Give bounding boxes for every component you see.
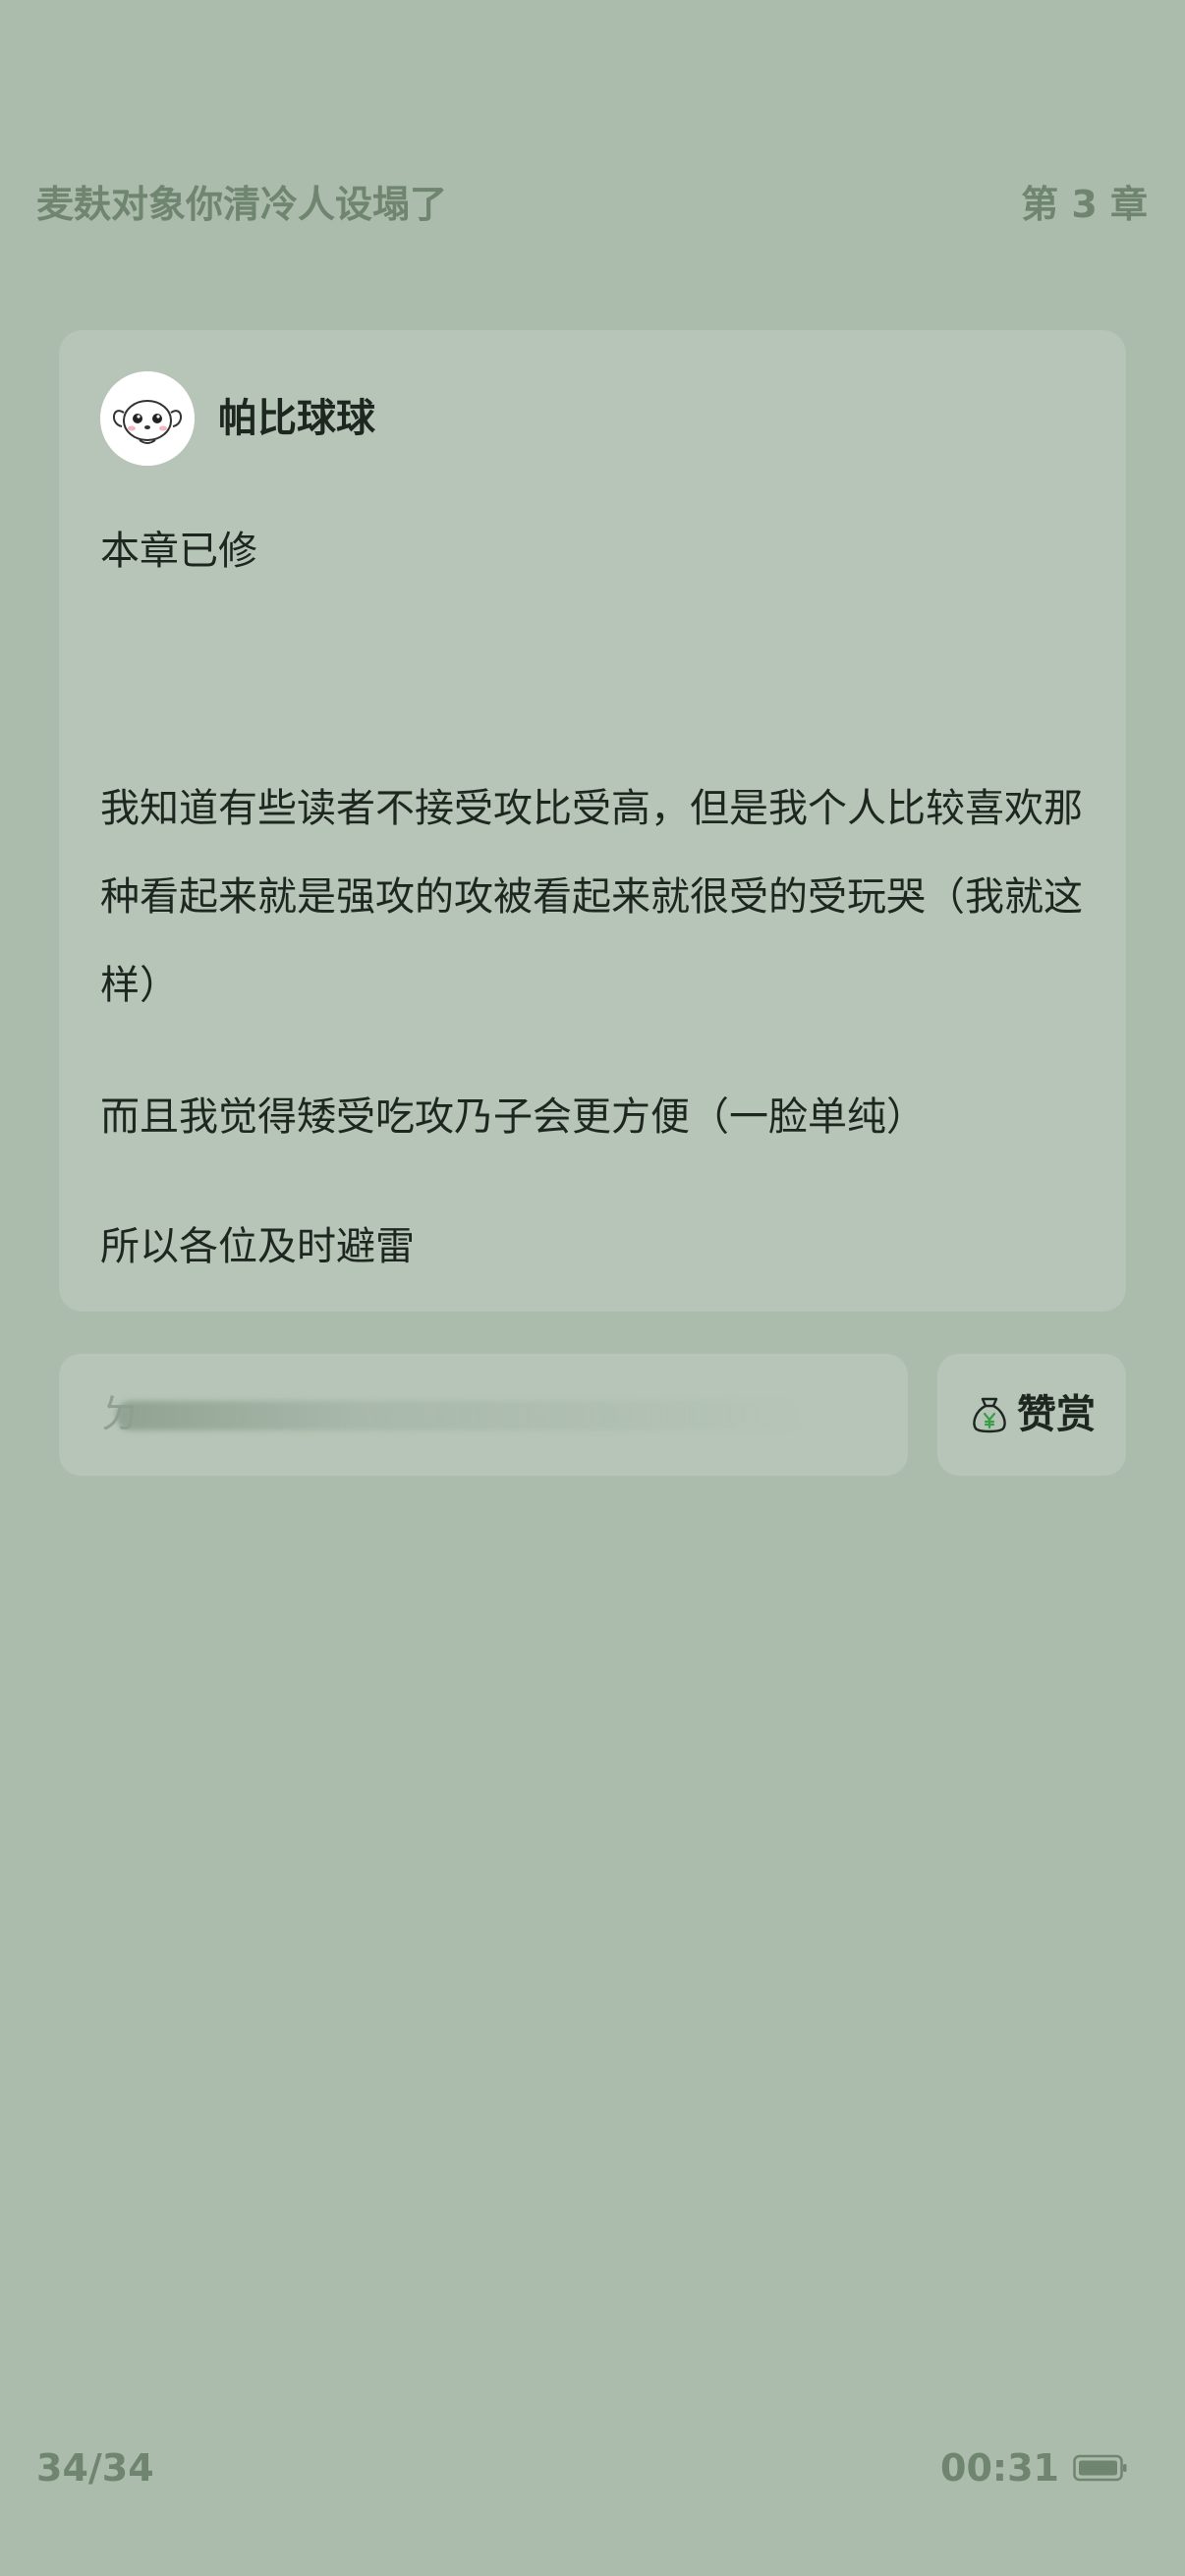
avatar[interactable]	[100, 371, 195, 466]
reward-button[interactable]: 赞赏	[937, 1354, 1126, 1476]
page-progress: 34/34	[36, 2446, 154, 2490]
clock-time: 00:31	[940, 2446, 1059, 2490]
author-name: 帕比球球	[218, 396, 375, 441]
cartoon-dog-avatar-icon	[100, 371, 195, 466]
note-paragraph: 而且我觉得矮受吃攻乃子会更方便（一脸单纯）	[100, 1094, 926, 1140]
note-paragraph: 我知道有些读者不接受攻比受高，但是我个人比较喜欢那种看起来就是强攻的攻被看起来就…	[100, 786, 1083, 1008]
comment-input[interactable]: ㄉ	[59, 1354, 908, 1476]
battery-icon	[1073, 2454, 1127, 2482]
comment-placeholder-blur	[116, 1401, 804, 1430]
note-paragraph: 本章已修	[100, 529, 257, 574]
reward-label: 赞赏	[1017, 1392, 1096, 1437]
author-note-card: 帕比球球 本章已修 我知道有些读者不接受攻比受高，但是我个人比较喜欢那种看起来就…	[59, 330, 1126, 1312]
money-bag-icon	[968, 1393, 1011, 1436]
chapter-label: 第 3 章	[1021, 183, 1148, 226]
book-title: 麦麸对象你清冷人设塌了	[36, 183, 448, 226]
note-paragraph: 所以各位及时避雷	[100, 1224, 415, 1269]
